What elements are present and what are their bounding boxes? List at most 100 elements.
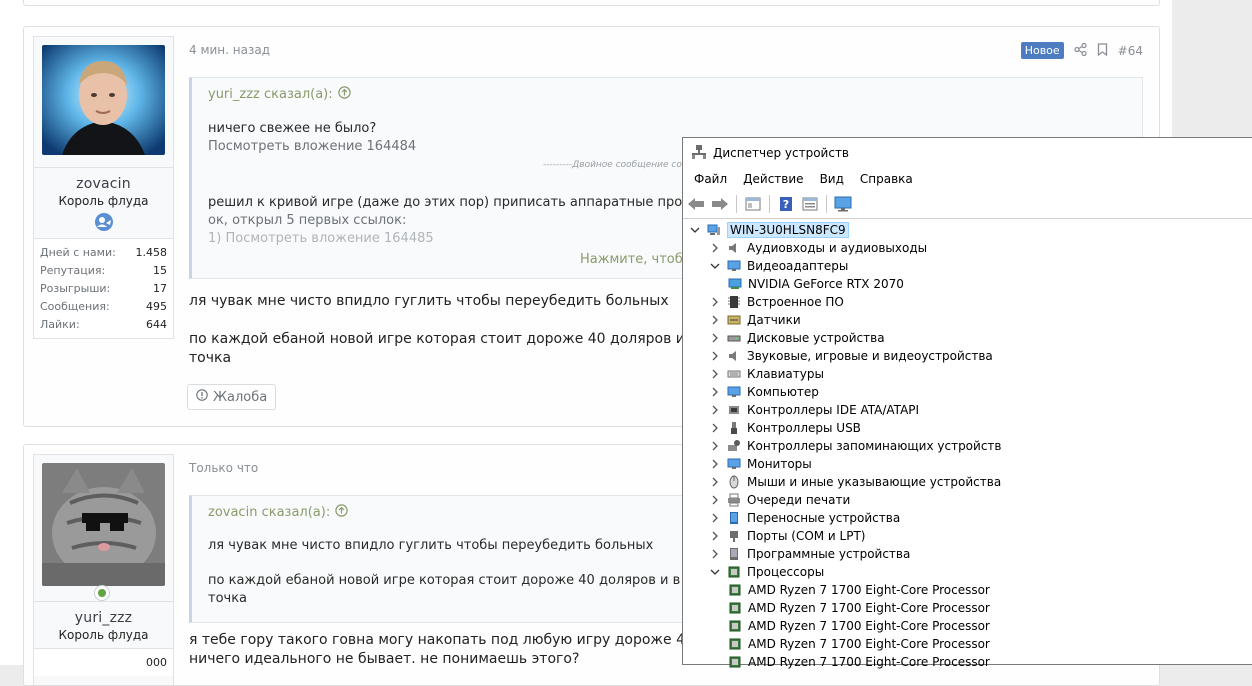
window-title: Диспетчер устройств xyxy=(713,146,850,160)
toolbar-separator xyxy=(769,195,770,213)
user-title: Король флуда xyxy=(58,628,149,642)
stat-label: Лайки: xyxy=(40,318,80,331)
tree-node-label: Мониторы xyxy=(747,457,812,471)
arrow-up-circle-icon[interactable] xyxy=(337,86,351,103)
tree-category[interactable]: Клавиатуры xyxy=(683,365,1252,383)
chevron-right-icon[interactable] xyxy=(709,296,721,308)
post-number[interactable]: #64 xyxy=(1118,44,1143,58)
share-icon[interactable] xyxy=(1074,42,1087,59)
menu-view[interactable]: Вид xyxy=(812,172,852,186)
avatar[interactable] xyxy=(42,463,165,586)
message-body: ля чувак мне чисто впидло гуглить чтобы … xyxy=(189,292,737,368)
chevron-right-icon[interactable] xyxy=(709,512,721,524)
menu-file[interactable]: Файл xyxy=(686,172,735,186)
avatar[interactable] xyxy=(42,45,165,155)
chevron-right-icon[interactable] xyxy=(709,350,721,362)
quote-expand-link[interactable]: Нажмите, чтобы xyxy=(580,252,693,267)
bookmark-icon[interactable] xyxy=(1097,42,1108,59)
tree-device[interactable]: NVIDIA GeForce RTX 2070 xyxy=(683,275,1252,293)
chevron-right-icon[interactable] xyxy=(709,386,721,398)
chevron-right-icon[interactable] xyxy=(709,476,721,488)
mouse-icon xyxy=(727,475,741,489)
chevron-right-icon[interactable] xyxy=(709,458,721,470)
new-badge: Новое xyxy=(1020,42,1064,59)
tree-node-label: AMD Ryzen 7 1700 Eight-Core Processor xyxy=(748,601,990,615)
window-titlebar[interactable]: Диспетчер устройств xyxy=(683,138,1252,168)
tree-category[interactable]: Программные устройства xyxy=(683,545,1252,563)
chevron-down-icon[interactable] xyxy=(709,260,721,272)
chevron-down-icon[interactable] xyxy=(709,566,721,578)
user-card: yuri_zzz Король флуда 000 xyxy=(33,454,174,685)
quote-line: ничего свежее не было? xyxy=(208,121,377,136)
keyboard-icon xyxy=(727,367,741,381)
chevron-right-icon[interactable] xyxy=(709,332,721,344)
chevron-right-icon[interactable] xyxy=(709,404,721,416)
previous-post-edge xyxy=(23,0,1160,6)
user-card: zovacin Король флуда Дней с нами: 1.458 Р… xyxy=(33,36,174,339)
tree-node-label: Датчики xyxy=(747,313,801,327)
user-rank-icon xyxy=(34,212,173,232)
quote-header: yuri_zzz сказал(а): xyxy=(192,78,1142,103)
tree-device[interactable]: AMD Ryzen 7 1700 Eight-Core Processor xyxy=(683,599,1252,617)
tree-category[interactable]: Переносные устройства xyxy=(683,509,1252,527)
chevron-right-icon[interactable] xyxy=(709,440,721,452)
tree-device[interactable]: AMD Ryzen 7 1700 Eight-Core Processor xyxy=(683,635,1252,653)
avatar-container xyxy=(34,455,173,601)
tree-category[interactable]: Очереди печати xyxy=(683,491,1252,509)
menu-action[interactable]: Действие xyxy=(735,172,811,186)
chevron-right-icon[interactable] xyxy=(709,494,721,506)
tree-category[interactable]: Звуковые, игровые и видеоустройства xyxy=(683,347,1252,365)
console-tree-icon[interactable] xyxy=(743,194,763,214)
chevron-right-icon[interactable] xyxy=(709,422,721,434)
tree-category[interactable]: Мониторы xyxy=(683,455,1252,473)
chevron-right-icon[interactable] xyxy=(709,368,721,380)
post-time[interactable]: 4 мин. назад xyxy=(189,43,270,57)
stat-value: 17 xyxy=(153,282,167,295)
back-arrow-icon[interactable] xyxy=(686,194,706,214)
tree-node-label: Программные устройства xyxy=(747,547,911,561)
tree-device[interactable]: AMD Ryzen 7 1700 Eight-Core Processor xyxy=(683,653,1252,671)
scan-hardware-icon[interactable] xyxy=(833,194,853,214)
tree-category[interactable]: Контроллеры USB xyxy=(683,419,1252,437)
root-computer-name: WIN-3U0HLSN8FC9 xyxy=(727,222,849,238)
tree-category[interactable]: Аудиовходы и аудиовыходы xyxy=(683,239,1252,257)
chevron-right-icon[interactable] xyxy=(709,530,721,542)
chevron-right-icon[interactable] xyxy=(709,314,721,326)
tree-root[interactable]: WIN-3U0HLSN8FC9 xyxy=(683,221,1252,239)
tree-category[interactable]: Порты (COM и LPT) xyxy=(683,527,1252,545)
chevron-down-icon[interactable] xyxy=(689,224,701,236)
tree-category[interactable]: Дисковые устройства xyxy=(683,329,1252,347)
tree-category[interactable]: Контроллеры запоминающих устройств xyxy=(683,437,1252,455)
tree-category[interactable]: Видеоадаптеры xyxy=(683,257,1252,275)
processor-icon xyxy=(728,637,742,651)
username[interactable]: zovacin xyxy=(34,176,173,192)
properties-icon[interactable] xyxy=(800,194,820,214)
tree-device[interactable]: AMD Ryzen 7 1700 Eight-Core Processor xyxy=(683,581,1252,599)
tree-node-label: Видеоадаптеры xyxy=(747,259,849,273)
post-time[interactable]: Только что xyxy=(189,461,258,475)
help-icon[interactable]: ? xyxy=(776,194,796,214)
tree-device[interactable]: AMD Ryzen 7 1700 Eight-Core Processor xyxy=(683,617,1252,635)
tree-category[interactable]: Компьютер xyxy=(683,383,1252,401)
report-button[interactable]: Жалоба xyxy=(187,384,277,410)
chevron-right-icon[interactable] xyxy=(709,548,721,560)
username[interactable]: yuri_zzz xyxy=(34,610,173,626)
quote-author[interactable]: yuri_zzz сказал(а): xyxy=(208,87,333,102)
message-line: точка xyxy=(189,350,232,366)
tree-category[interactable]: Мыши и иные указывающие устройства xyxy=(683,473,1252,491)
quote-author[interactable]: zovacin сказал(а): xyxy=(208,505,330,520)
tree-category[interactable]: Процессоры xyxy=(683,563,1252,581)
tree-category[interactable]: Датчики xyxy=(683,311,1252,329)
tree-category[interactable]: Встроенное ПО xyxy=(683,293,1252,311)
tree-category[interactable]: Контроллеры IDE ATA/ATAPI xyxy=(683,401,1252,419)
stat-row: 000 xyxy=(40,654,167,672)
stat-value: 495 xyxy=(146,300,167,313)
menu-help[interactable]: Справка xyxy=(852,172,921,186)
arrow-up-circle-icon[interactable] xyxy=(335,504,348,521)
controller-icon xyxy=(727,403,741,417)
tree-node-label: Переносные устройства xyxy=(747,511,901,525)
stat-row: Лайки: 644 xyxy=(40,316,167,334)
forward-arrow-icon[interactable] xyxy=(710,194,730,214)
user-info: zovacin Король флуда xyxy=(34,167,173,238)
chevron-right-icon[interactable] xyxy=(709,242,721,254)
